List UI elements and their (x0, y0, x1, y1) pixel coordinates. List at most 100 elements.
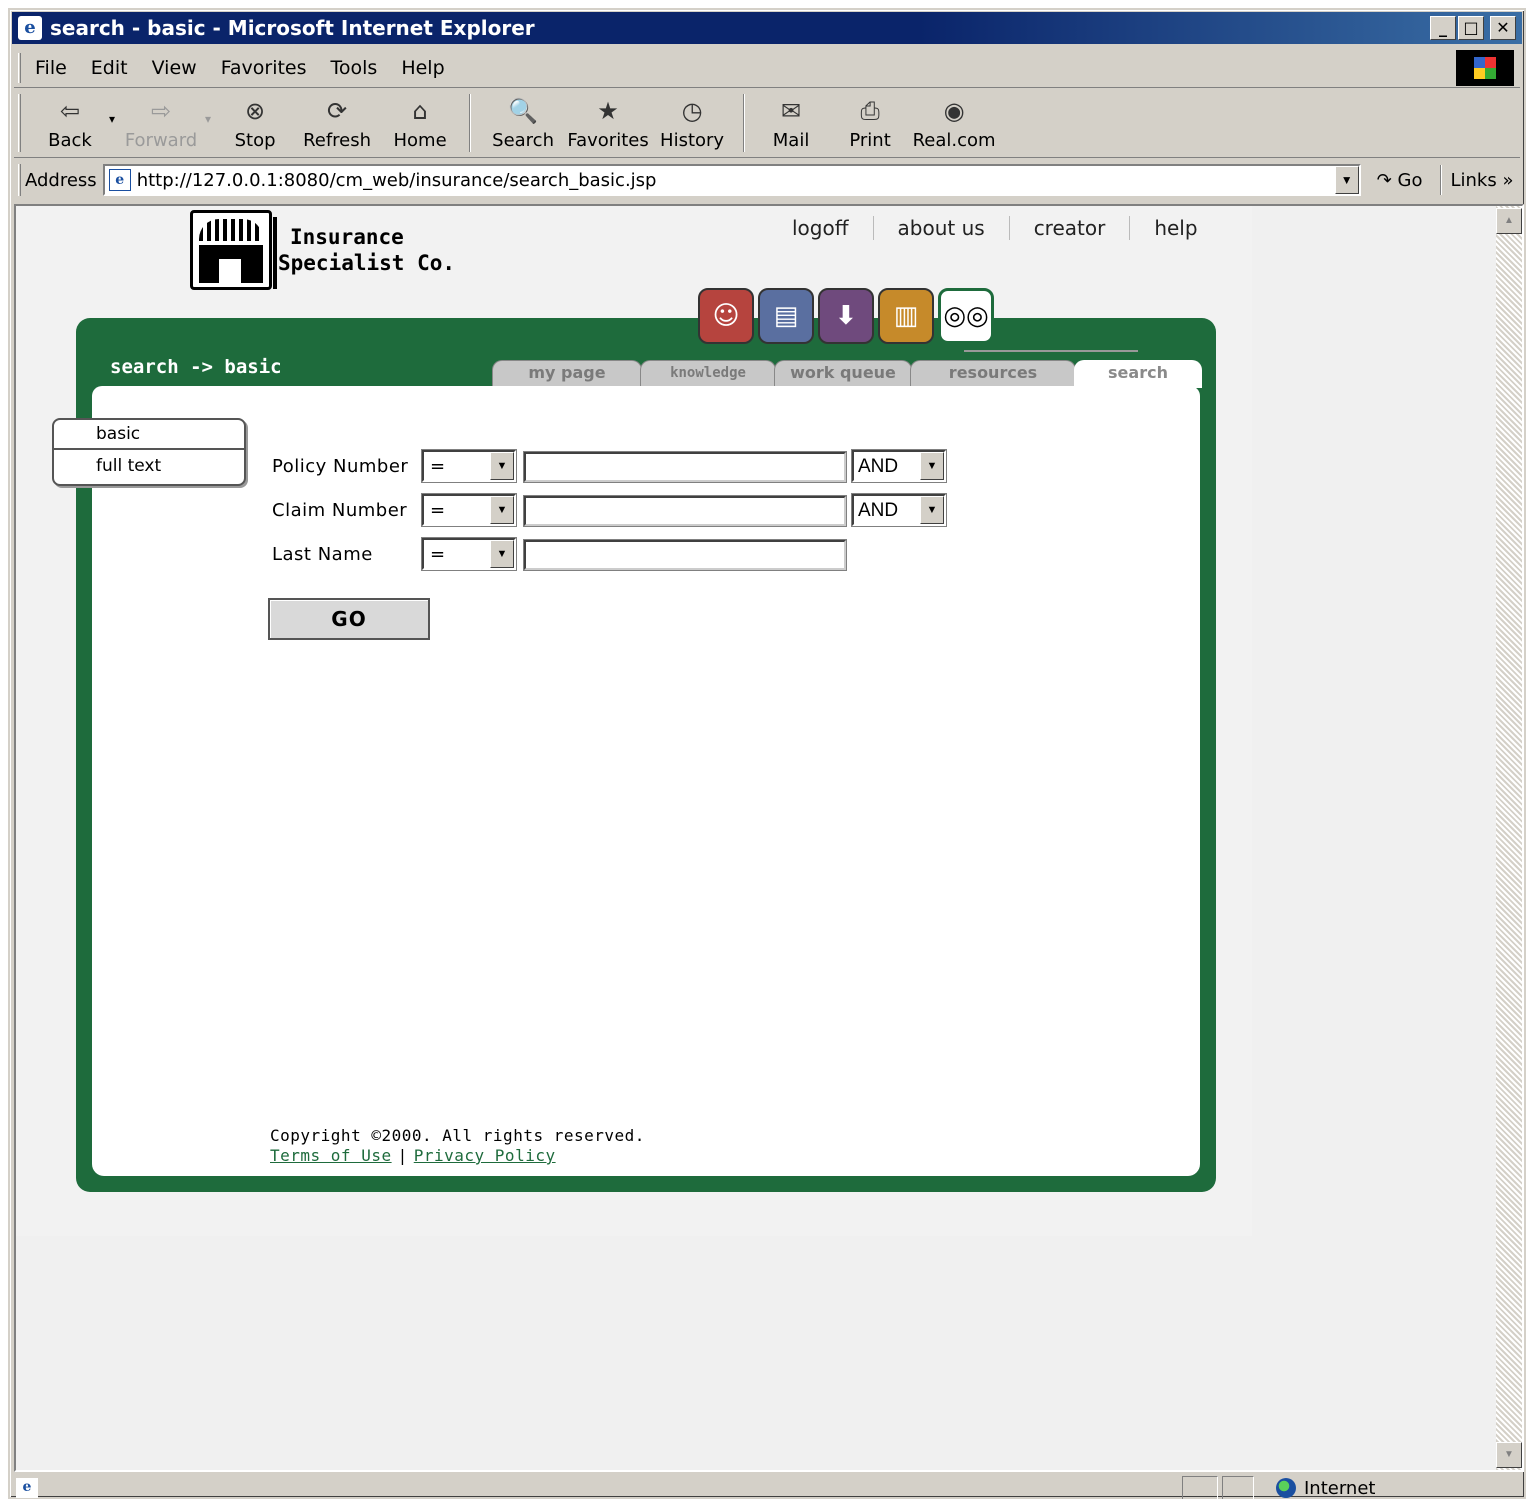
mail-button[interactable]: ✉ Mail (755, 90, 827, 154)
scroll-down-icon[interactable]: ▼ (1496, 1442, 1522, 1468)
toolbar-grip[interactable] (18, 94, 21, 152)
address-bar: Address e http://127.0.0.1:8080/cm_web/i… (14, 160, 1520, 200)
privacy-policy-link[interactable]: Privacy Policy (414, 1146, 556, 1165)
minimize-button[interactable]: _ (1430, 16, 1456, 40)
search-label: Search (492, 130, 554, 151)
menu-file[interactable]: File (35, 57, 67, 79)
chevron-down-icon[interactable]: ▼ (490, 452, 514, 480)
refresh-icon: ⟳ (327, 97, 348, 125)
last-name-operator-select[interactable]: = ▼ (421, 537, 517, 571)
terms-of-use-link[interactable]: Terms of Use (270, 1146, 392, 1165)
print-icon: ⎙ (860, 97, 880, 125)
claim-number-conjunction-select[interactable]: AND ▼ (851, 493, 947, 527)
ie-app-icon[interactable]: e (18, 16, 42, 40)
knowledge-document-icon[interactable]: ▤ (758, 288, 814, 344)
creator-link[interactable]: creator (1018, 216, 1122, 240)
subnav-full-text[interactable]: full text (96, 456, 161, 476)
search-globe-icon: 🔍 (508, 97, 538, 125)
history-button[interactable]: ◷ History (651, 90, 733, 154)
go-label: Go (1397, 169, 1423, 191)
menu-help[interactable]: Help (401, 57, 444, 79)
home-label: Home (393, 130, 447, 151)
toolbar-separator (743, 94, 746, 152)
menu-tools[interactable]: Tools (331, 57, 378, 79)
favorites-button[interactable]: ★ Favorites (565, 90, 651, 154)
back-dropdown-icon[interactable]: ▾ (109, 112, 115, 126)
conjunction-value: AND (858, 456, 899, 477)
active-tab-underline (964, 350, 1138, 352)
about-us-link[interactable]: about us (882, 216, 1001, 240)
maximize-button[interactable]: □ (1458, 16, 1484, 40)
search-button[interactable]: 🔍 Search (481, 90, 565, 154)
home-button[interactable]: ⌂ Home (381, 90, 459, 154)
policy-number-operator-select[interactable]: = ▼ (421, 449, 517, 483)
chevron-down-icon[interactable]: ▼ (490, 540, 514, 568)
forward-button[interactable]: ⇨ Forward (121, 90, 201, 154)
address-url[interactable]: http://127.0.0.1:8080/cm_web/insurance/s… (137, 170, 657, 191)
back-button[interactable]: ⇦ Back (35, 90, 105, 154)
top-links: logoff about us creator help (776, 216, 1214, 240)
top-link-divider (1008, 216, 1010, 240)
status-cell (1222, 1476, 1254, 1499)
operator-value: = (430, 544, 446, 565)
my-page-face-icon[interactable]: ☺ (698, 288, 754, 344)
help-link[interactable]: help (1138, 216, 1213, 240)
menubar-grip[interactable] (18, 52, 21, 83)
claim-number-label: Claim Number (272, 500, 408, 521)
forward-dropdown-icon[interactable]: ▾ (205, 112, 211, 126)
claim-number-operator-select[interactable]: = ▼ (421, 493, 517, 527)
menu-favorites[interactable]: Favorites (221, 57, 307, 79)
history-icon: ◷ (681, 97, 703, 125)
resources-books-icon[interactable]: ▥ (878, 288, 934, 344)
stop-label: Stop (234, 130, 276, 151)
chevron-down-icon[interactable]: ▼ (920, 496, 944, 524)
mail-icon: ✉ (781, 97, 802, 125)
status-page-icon: e (16, 1478, 38, 1498)
address-input[interactable]: e http://127.0.0.1:8080/cm_web/insurance… (102, 164, 1361, 196)
claim-number-input[interactable] (523, 495, 847, 527)
subnav-basic[interactable]: basic (96, 424, 140, 444)
favorites-folder-icon: ★ (597, 97, 619, 125)
close-button[interactable]: ✕ (1490, 16, 1516, 40)
addressbar-grip[interactable] (18, 164, 21, 196)
windows-logo-icon (1456, 50, 1514, 86)
last-name-input[interactable] (523, 539, 847, 571)
page-viewport: Insurance Specialist Co. logoff about us… (14, 204, 1524, 1472)
address-dropdown-icon[interactable]: ▼ (1334, 166, 1359, 194)
vertical-scrollbar[interactable]: ▲ ▼ (1496, 206, 1522, 1470)
chevron-down-icon[interactable]: ▼ (920, 452, 944, 480)
breadcrumb: search -> basic (110, 356, 282, 378)
tab-search[interactable]: search (1074, 360, 1202, 388)
chevron-down-icon[interactable]: ▼ (490, 496, 514, 524)
stop-icon: ⊗ (245, 97, 266, 125)
go-button[interactable]: ↷ Go (1377, 170, 1423, 191)
tab-my-page[interactable]: my page (492, 360, 642, 386)
footer-separator: | (397, 1146, 408, 1165)
menu-view[interactable]: View (152, 57, 197, 79)
tab-work-queue[interactable]: work queue (774, 360, 912, 386)
company-logo-icon[interactable] (190, 210, 277, 290)
print-button[interactable]: ⎙ Print (827, 90, 913, 154)
stop-button[interactable]: ⊗ Stop (217, 90, 293, 154)
search-binoculars-icon[interactable]: ◎◎ (938, 288, 994, 344)
realcom-label: Real.com (912, 130, 996, 151)
logoff-link[interactable]: logoff (776, 216, 865, 240)
menu-edit[interactable]: Edit (91, 57, 128, 79)
policy-number-label: Policy Number (272, 456, 409, 477)
refresh-label: Refresh (303, 130, 372, 151)
title-bar: e search - basic - Microsoft Internet Ex… (12, 12, 1522, 44)
policy-number-conjunction-select[interactable]: AND ▼ (851, 449, 947, 483)
favorites-label: Favorites (567, 130, 649, 151)
window-controls: _ □ ✕ (1430, 16, 1516, 40)
links-button[interactable]: Links » (1450, 170, 1513, 191)
go-arrow-icon: ↷ (1376, 169, 1392, 191)
refresh-button[interactable]: ⟳ Refresh (293, 90, 381, 154)
page-icon: e (108, 169, 131, 191)
policy-number-input[interactable] (523, 451, 847, 483)
realcom-button[interactable]: ◉ Real.com (912, 90, 996, 154)
scroll-up-icon[interactable]: ▲ (1496, 208, 1522, 234)
tab-knowledge-center[interactable]: knowledge center (640, 360, 776, 405)
go-search-button[interactable]: GO (268, 598, 430, 640)
work-queue-inbox-icon[interactable]: ⬇ (818, 288, 874, 344)
tab-resources[interactable]: resources (910, 360, 1076, 386)
